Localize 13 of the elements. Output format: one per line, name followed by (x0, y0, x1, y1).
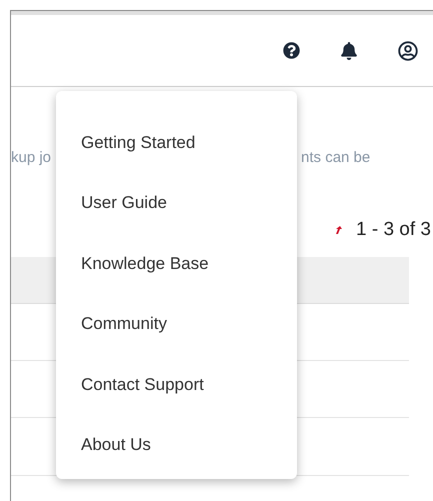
help-icon[interactable] (283, 42, 300, 59)
account-icon[interactable] (398, 40, 418, 60)
menu-item[interactable]: Knowledge Base (56, 233, 297, 294)
arrow-icon[interactable] (334, 225, 344, 235)
description-text: nts can be (301, 148, 370, 168)
menu-item[interactable]: User Guide (56, 172, 297, 233)
description-text: kup jo (11, 148, 52, 168)
menu-item[interactable]: Contact Support (56, 354, 297, 414)
menu-item[interactable]: Community (56, 294, 297, 354)
menu-item[interactable]: About Us (56, 414, 297, 475)
pagination-range: 1 - 3 of 3 (356, 218, 431, 242)
bell-icon[interactable] (340, 42, 358, 60)
menu-item[interactable]: Getting Started (56, 112, 297, 172)
